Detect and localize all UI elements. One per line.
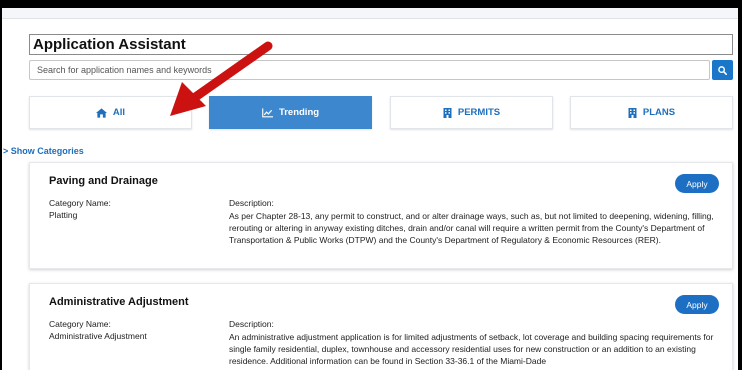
search-icon	[718, 65, 727, 75]
description-text: As per Chapter 28-13, any permit to cons…	[229, 211, 714, 245]
building-icon	[628, 107, 637, 118]
tab-all-label: All	[112, 107, 126, 118]
description-label: Description:	[229, 319, 274, 329]
tab-plans-label: PLANS	[642, 107, 676, 118]
page-title: Application Assistant	[29, 34, 733, 55]
application-card: Administrative Adjustment Apply Category…	[29, 283, 733, 370]
category-label: Category Name:	[49, 198, 111, 208]
tab-permits-label: PERMITS	[457, 107, 501, 118]
home-icon	[95, 107, 107, 118]
description-text: An administrative adjustment application…	[229, 332, 714, 366]
search-input[interactable]	[29, 60, 710, 80]
tab-trending-label: Trending	[278, 107, 320, 118]
window-frame-right	[738, 0, 742, 370]
window-frame-top	[0, 0, 742, 8]
window-frame-left	[0, 0, 2, 370]
building-icon	[443, 107, 452, 118]
category-value: Administrative Adjustment	[49, 331, 147, 341]
card-title: Paving and Drainage	[49, 175, 158, 187]
annotation-arrow-icon	[170, 41, 273, 116]
category-tabs: All Trending PERMITS PLANS	[29, 96, 733, 129]
search-button[interactable]	[712, 60, 733, 80]
application-card: Paving and Drainage Apply Category Name:…	[29, 162, 733, 269]
apply-button[interactable]: Apply	[675, 174, 719, 193]
show-categories-link[interactable]: > Show Categories	[3, 146, 84, 156]
card-title: Administrative Adjustment	[49, 296, 189, 308]
search-bar	[29, 60, 733, 80]
tab-permits[interactable]: PERMITS	[390, 96, 553, 129]
top-bar	[2, 8, 738, 19]
apply-button[interactable]: Apply	[675, 295, 719, 314]
tab-plans[interactable]: PLANS	[570, 96, 733, 129]
category-label: Category Name:	[49, 319, 111, 329]
description-label: Description:	[229, 198, 274, 208]
category-value: Platting	[49, 210, 78, 220]
